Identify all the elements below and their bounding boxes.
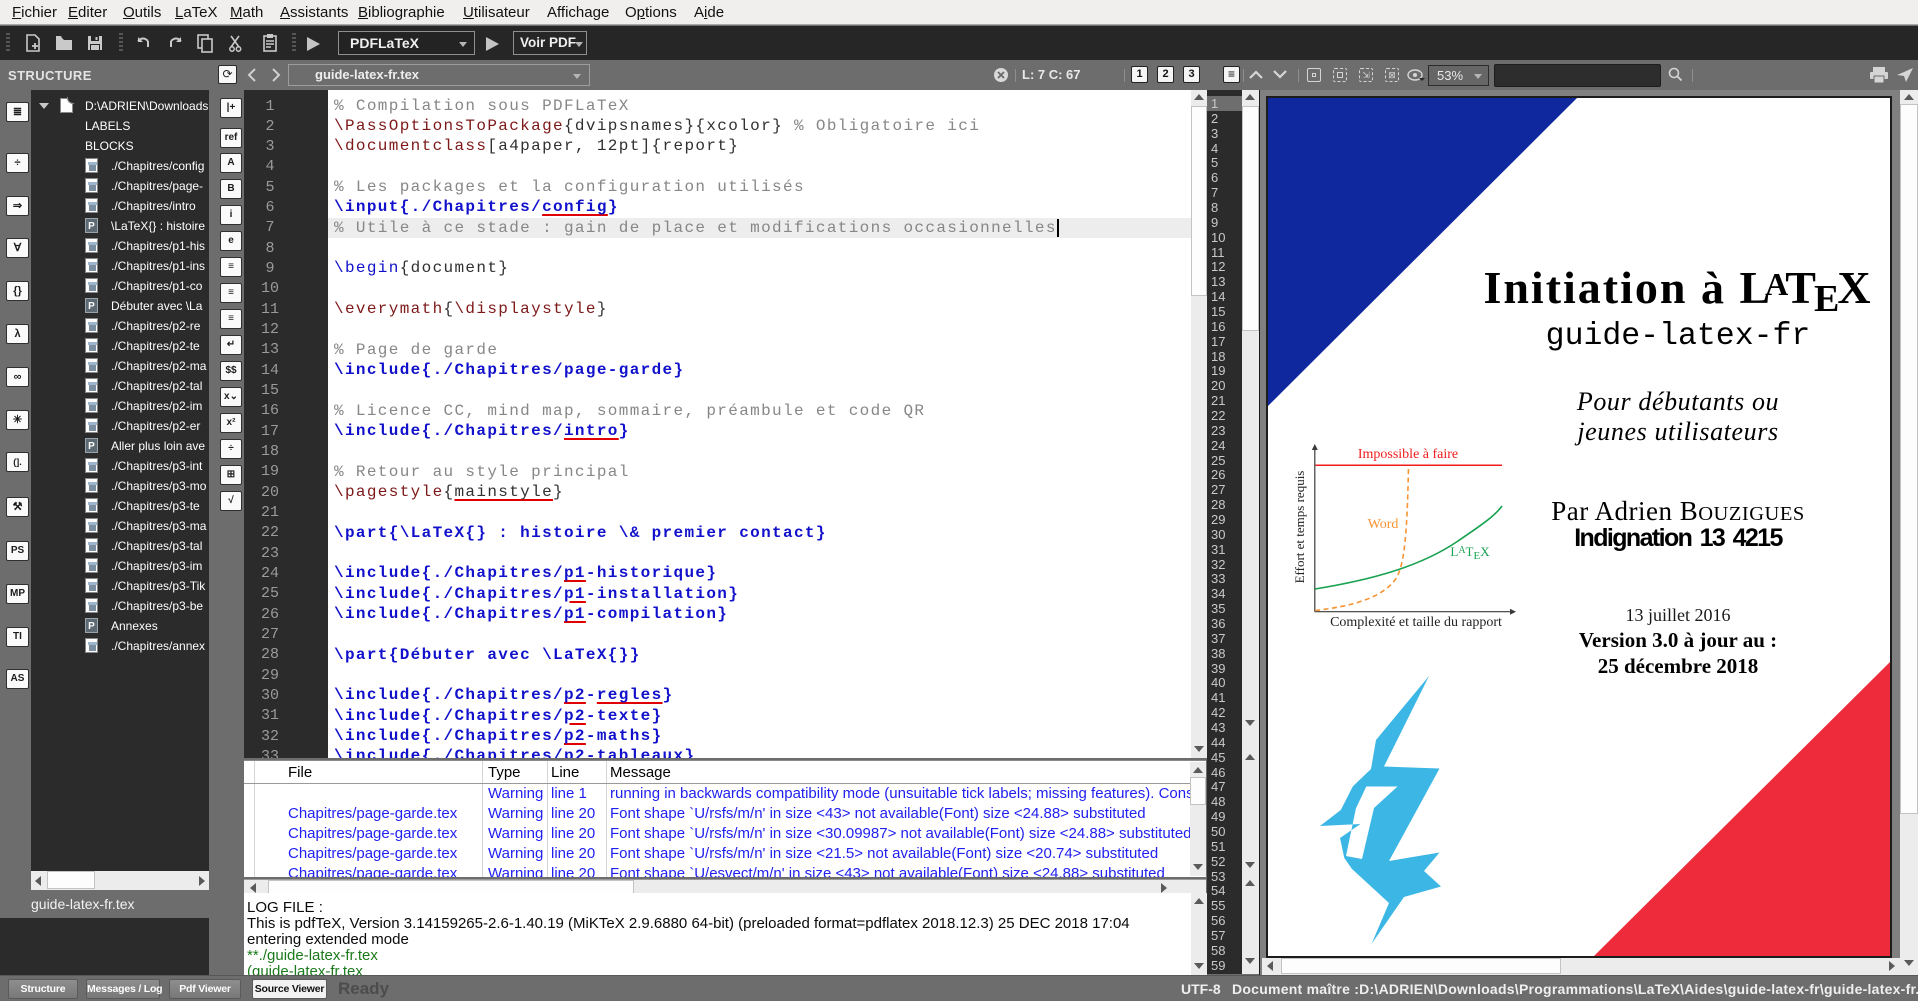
svg-text:Effort et temps requis: Effort et temps requis	[1292, 471, 1307, 584]
svg-text:Word: Word	[1368, 517, 1399, 532]
svg-text:Impossible à faire: Impossible à faire	[1358, 447, 1458, 462]
svg-text:LATEX: LATEX	[1450, 544, 1490, 562]
svg-text:Complexité et taille du rappor: Complexité et taille du rapport	[1330, 615, 1502, 630]
